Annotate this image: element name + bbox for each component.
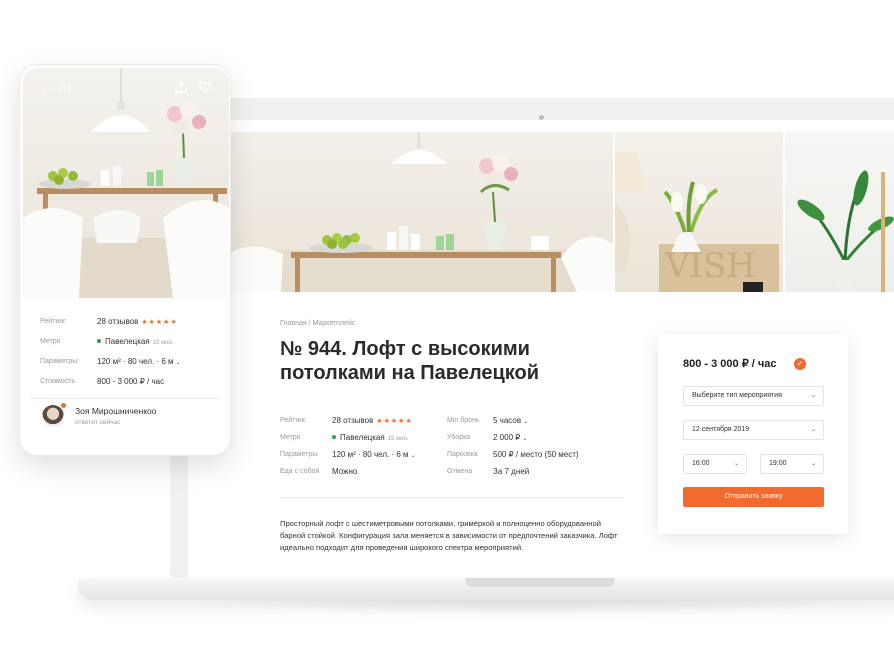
- param-value: Павелецкая 15 мин.: [332, 433, 409, 442]
- phone-row-price: Стоимость 800 - 3 000 ₽ / час: [40, 377, 220, 397]
- decor-illustration: VISH: [615, 152, 779, 292]
- phone-photo-toolbar: ← 273: [23, 68, 229, 108]
- param-label: Параметры: [280, 451, 318, 458]
- param-label: Уборка: [447, 434, 471, 441]
- param-value: Можно: [332, 467, 358, 476]
- chevron-down-icon: ⌄: [810, 393, 816, 399]
- gallery-photo-plant[interactable]: [785, 132, 894, 292]
- param-value: 28 отзывов ★★★★★: [97, 317, 178, 326]
- chevron-down-icon: ⌄: [733, 461, 739, 467]
- plant-illustration: [797, 170, 894, 292]
- chevron-down-icon: ⌄: [522, 436, 528, 442]
- laptop-notch: [465, 578, 615, 587]
- param-value-dimensions[interactable]: 120 м² · 80 чел. · 6 м ⌄: [332, 450, 416, 459]
- rating-stars: ★★★★★: [141, 319, 178, 326]
- marketing-mockup: VISH Главная / Маркетплейс № 944. Лофт с…: [0, 0, 894, 650]
- phone-row-rating: Рейтинг 28 отзывов ★★★★★: [40, 317, 220, 337]
- host-status: ответит сейчас: [75, 419, 121, 426]
- listing-title: № 944. Лофт с высокими потолками на Паве…: [280, 338, 540, 384]
- chevron-down-icon: ⌄: [810, 427, 816, 433]
- laptop-screen: VISH Главная / Маркетплейс № 944. Лофт с…: [188, 120, 894, 580]
- chevron-down-icon: ⌄: [175, 360, 181, 366]
- chevron-down-icon: ⌄: [523, 419, 529, 425]
- param-value-dimensions[interactable]: 120 м² · 80 чел. · 6 м ⌄: [97, 357, 181, 366]
- param-label: Метро: [40, 338, 61, 345]
- gallery-photo-decor[interactable]: VISH: [615, 132, 783, 292]
- listing-params: Рейтинг 28 отзывов ★★★★★ Min бронь 5 часо…: [280, 416, 640, 484]
- metro-walk-time: 15 мин.: [152, 340, 174, 346]
- param-label: Min бронь: [447, 417, 480, 424]
- reviews-link[interactable]: 28 отзывов: [97, 317, 138, 326]
- param-row-food: Еда с собой Можно Отмена За 7 дней: [280, 467, 640, 484]
- phone-photo[interactable]: ← 273: [23, 68, 229, 298]
- photo-counter: 273: [59, 85, 71, 92]
- heart-icon[interactable]: [199, 80, 211, 98]
- param-label: Рейтинг: [280, 417, 306, 424]
- gallery-photo-dining[interactable]: [231, 132, 613, 292]
- date-select[interactable]: 12 сентября 2019 ⌄: [683, 420, 824, 440]
- param-row-dimensions: Параметры 120 м² · 80 чел. · 6 м ⌄ Парков…: [280, 450, 640, 467]
- metro-walk-time: 15 мин.: [387, 436, 409, 442]
- photo-gallery[interactable]: VISH: [231, 132, 894, 292]
- metro-line-icon: [332, 435, 336, 439]
- chevron-down-icon: ⌄: [810, 461, 816, 467]
- param-value-cleaning[interactable]: 2 000 ₽ ⌄: [493, 433, 527, 442]
- event-type-select[interactable]: Выберите тип мероприятия ⌄: [683, 386, 824, 406]
- param-label: Отмена: [447, 468, 473, 475]
- back-arrow-icon[interactable]: ←: [41, 82, 52, 94]
- listing-content: Главная / Маркетплейс № 944. Лофт с высо…: [280, 320, 640, 552]
- booking-card: 800 - 3 000 ₽ / час ✓ Выберите тип мероп…: [658, 334, 848, 534]
- reviews-link[interactable]: 28 отзывов: [332, 416, 373, 425]
- param-value-min-booking[interactable]: 5 часов ⌄: [493, 416, 528, 425]
- param-value: 28 отзывов ★★★★★: [332, 416, 413, 425]
- phone-row-dimensions: Параметры 120 м² · 80 чел. · 6 м ⌄: [40, 357, 220, 377]
- param-label: Рейтинг: [40, 318, 66, 325]
- section-divider: [280, 497, 625, 498]
- param-label: Параметры: [40, 358, 78, 365]
- online-status-dot: [61, 403, 66, 408]
- param-label: Стоимость: [40, 378, 76, 385]
- param-label: Парковка: [447, 451, 478, 458]
- breadcrumb[interactable]: Главная / Маркетплейс: [280, 320, 640, 327]
- phone-row-metro: Метро Павелецкая 15 мин.: [40, 337, 220, 357]
- phone-mockup: ← 273 Рейтинг 28 отзывов ★★★★★ Метро Паве…: [19, 64, 231, 456]
- time-from-select[interactable]: 16:00 ⌄: [683, 454, 747, 474]
- param-label: Еда с собой: [280, 468, 320, 475]
- host-avatar[interactable]: [42, 405, 64, 427]
- chevron-down-icon: ⌄: [410, 453, 416, 459]
- metro-line-icon: [97, 339, 101, 343]
- rating-stars: ★★★★★: [376, 418, 413, 425]
- time-to-select[interactable]: 19:00 ⌄: [760, 454, 824, 474]
- param-row-metro: Метро Павелецкая 15 мин. Уборка 2 000 ₽ ⌄: [280, 433, 640, 450]
- submit-request-button[interactable]: Отправить заявку: [683, 487, 824, 507]
- param-row-rating: Рейтинг 28 отзывов ★★★★★ Min бронь 5 часо…: [280, 416, 640, 433]
- param-value: Павелецкая 15 мин.: [97, 337, 174, 346]
- section-divider: [30, 398, 220, 399]
- param-value: 500 ₽ / место (50 мест): [493, 450, 579, 459]
- host-name[interactable]: Зоя Мирошниченкоо: [75, 406, 157, 416]
- verified-check-icon: ✓: [794, 358, 806, 370]
- booking-price: 800 - 3 000 ₽ / час: [683, 358, 777, 370]
- listing-description: Просторный лофт с шестиметровыми потолка…: [280, 519, 618, 552]
- dining-room-illustration: [231, 132, 613, 292]
- phone-listing-info: Рейтинг 28 отзывов ★★★★★ Метро Павелецкая…: [40, 317, 220, 397]
- param-label: Метро: [280, 434, 301, 441]
- share-icon[interactable]: [175, 80, 187, 98]
- param-value: 800 - 3 000 ₽ / час: [97, 377, 165, 386]
- param-value: За 7 дней: [493, 467, 530, 476]
